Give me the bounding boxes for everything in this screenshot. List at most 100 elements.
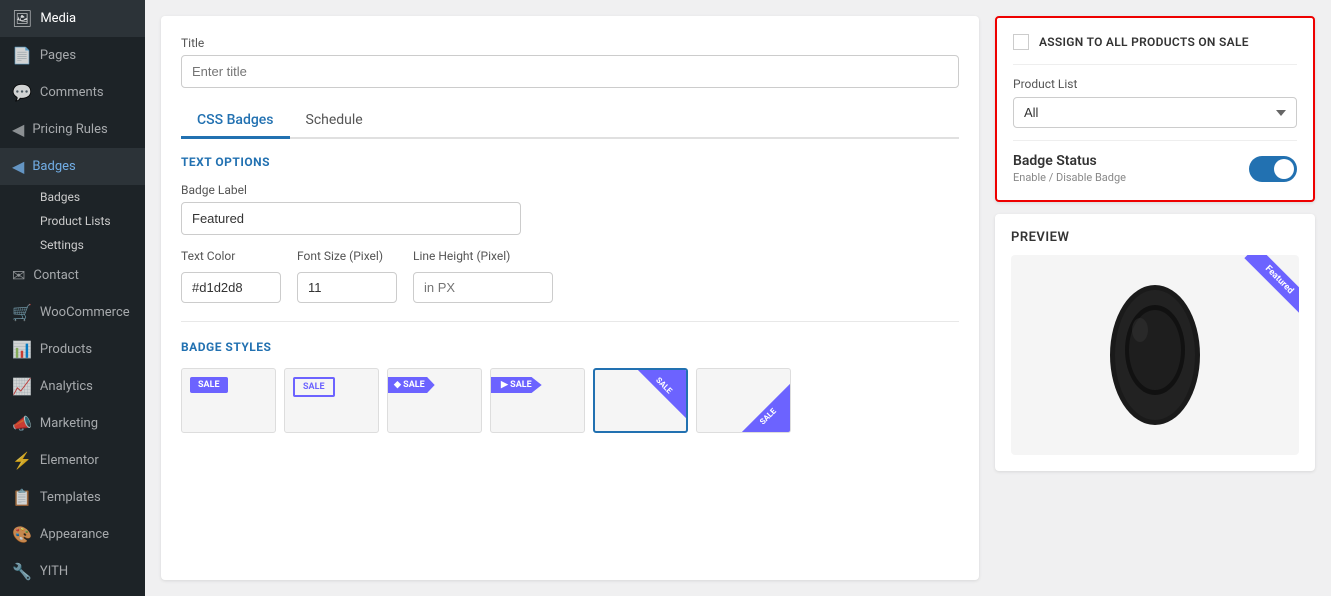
elementor-icon: ⚡ <box>12 451 32 470</box>
sidebar-item-marketing[interactable]: 📣 Marketing <box>0 405 145 442</box>
assign-card: ASSIGN TO ALL PRODUCTS ON SALE Product L… <box>995 16 1315 202</box>
products-icon: 📊 <box>12 340 32 359</box>
appearance-icon: 🎨 <box>12 525 32 544</box>
card-divider-1 <box>1013 64 1297 65</box>
sidebar-item-comments[interactable]: 💬 Comments <box>0 74 145 111</box>
title-section: Title <box>181 36 959 88</box>
sidebar-item-elementor[interactable]: ⚡ Elementor <box>0 442 145 479</box>
badge-chip-3: ◆ SALE <box>387 377 435 393</box>
sidebar-item-appearance[interactable]: 🎨 Appearance <box>0 516 145 553</box>
badge-style-2[interactable]: SALE <box>284 368 379 433</box>
sidebar-item-woocommerce[interactable]: 🛒 WooCommerce <box>0 294 145 331</box>
badge-status-toggle[interactable] <box>1249 156 1297 182</box>
toggle-slider <box>1249 156 1297 182</box>
color-row: Text Color Font Size (Pixel) Line Height… <box>181 249 959 303</box>
assign-row: ASSIGN TO ALL PRODUCTS ON SALE <box>1013 34 1297 50</box>
badge-status-title: Badge Status <box>1013 153 1126 169</box>
arrow-left-icon: ◀ <box>12 120 24 139</box>
preview-card: PREVIEW Feature <box>995 214 1315 471</box>
sidebar-item-pages[interactable]: 📄 Pages <box>0 37 145 74</box>
tab-css-badges[interactable]: CSS Badges <box>181 104 290 139</box>
badge-chip-2: SALE <box>293 377 335 397</box>
line-height-input[interactable] <box>413 272 553 303</box>
sidebar-item-label: Products <box>40 342 92 357</box>
font-size-field: Font Size (Pixel) <box>297 249 397 303</box>
analytics-icon: 📈 <box>12 377 32 396</box>
sidebar-item-label: Pricing Rules <box>32 122 107 137</box>
line-height-label: Line Height (Pixel) <box>413 249 553 263</box>
sidebar-item-templates[interactable]: 📋 Templates <box>0 479 145 516</box>
assign-checkbox[interactable] <box>1013 34 1029 50</box>
text-options-title: TEXT OPTIONS <box>181 155 959 169</box>
product-list-select[interactable]: All <box>1013 97 1297 128</box>
sidebar-item-yith[interactable]: 🔧 YITH <box>0 553 145 590</box>
badge-style-1[interactable]: SALE <box>181 368 276 433</box>
sidebar-item-label: Appearance <box>40 527 109 542</box>
sidebar-item-label: Marketing <box>40 416 98 431</box>
badge-chip-4: ▶ SALE <box>491 377 542 393</box>
sidebar-sub-item-badges[interactable]: Badges <box>28 185 145 209</box>
right-panel: ASSIGN TO ALL PRODUCTS ON SALE Product L… <box>995 16 1315 580</box>
sidebar-item-label: Contact <box>33 268 78 283</box>
sidebar-item-pricing-rules[interactable]: ◀ Pricing Rules <box>0 111 145 148</box>
sidebar-item-media[interactable]: 🖼 Media <box>0 0 145 37</box>
font-size-input[interactable] <box>297 272 397 303</box>
text-color-label: Text Color <box>181 249 281 263</box>
preview-product: Featured <box>1011 255 1299 455</box>
sidebar-item-badges[interactable]: ◀ Badges <box>0 148 145 185</box>
media-icon: 🖼 <box>12 9 32 28</box>
badge-styles-title: BADGE STYLES <box>181 340 959 354</box>
pages-icon: 📄 <box>12 46 32 65</box>
contact-icon: ✉ <box>12 266 25 285</box>
sidebar-item-label: Pages <box>40 48 76 63</box>
sidebar-item-analytics[interactable]: 📈 Analytics <box>0 368 145 405</box>
center-panel: Title CSS Badges Schedule TEXT OPTIONS B… <box>161 16 979 580</box>
marketing-icon: 📣 <box>12 414 32 433</box>
line-height-field: Line Height (Pixel) <box>413 249 553 303</box>
woocommerce-icon: 🛒 <box>12 303 32 322</box>
sidebar-sub-item-settings[interactable]: Settings <box>28 233 145 257</box>
badge-style-4[interactable]: ▶ SALE <box>490 368 585 433</box>
sidebar-badges-submenu: Badges Product Lists Settings <box>0 185 145 257</box>
badge-label-field-group: Badge Label <box>181 183 959 235</box>
badge-style-6[interactable]: SALE <box>696 368 791 433</box>
assign-label: ASSIGN TO ALL PRODUCTS ON SALE <box>1039 35 1249 49</box>
text-color-input[interactable] <box>181 272 281 303</box>
sidebar-item-plugins[interactable]: 🔌 Plugins <box>0 590 145 596</box>
sidebar-item-label: Badges <box>32 159 75 174</box>
sidebar-item-label: Analytics <box>40 379 93 394</box>
card-divider-2 <box>1013 140 1297 141</box>
badge-status-sub: Enable / Disable Badge <box>1013 171 1126 184</box>
sidebar-item-products[interactable]: 📊 Products <box>0 331 145 368</box>
badge-style-3[interactable]: ◆ SALE <box>387 368 482 433</box>
text-color-field: Text Color <box>181 249 281 303</box>
yith-icon: 🔧 <box>12 562 32 581</box>
preview-badge-text: Featured <box>1244 255 1299 315</box>
sidebar-item-label: Elementor <box>40 453 99 468</box>
main-content: Title CSS Badges Schedule TEXT OPTIONS B… <box>145 0 1331 596</box>
title-label: Title <box>181 36 959 50</box>
product-speaker-svg <box>1100 275 1210 435</box>
templates-icon: 📋 <box>12 488 32 507</box>
sidebar-item-label: Templates <box>40 490 101 505</box>
badges-arrow-icon: ◀ <box>12 157 24 176</box>
section-divider <box>181 321 959 322</box>
badge-label-input[interactable] <box>181 202 521 235</box>
sidebar-item-label: Media <box>40 11 76 26</box>
badge-style-5[interactable]: SALE <box>593 368 688 433</box>
badge-chip-1: SALE <box>190 377 228 393</box>
tabs-bar: CSS Badges Schedule <box>181 104 959 139</box>
title-input[interactable] <box>181 55 959 88</box>
tab-schedule[interactable]: Schedule <box>290 104 379 139</box>
sidebar-item-contact[interactable]: ✉ Contact <box>0 257 145 294</box>
preview-label: PREVIEW <box>1011 230 1299 245</box>
sidebar: 🖼 Media 📄 Pages 💬 Comments ◀ Pricing Rul… <box>0 0 145 596</box>
badge-status-info: Badge Status Enable / Disable Badge <box>1013 153 1126 184</box>
badge-samples: SALE SALE ◆ SALE ▶ SALE SALE SALE <box>181 368 959 433</box>
sidebar-sub-item-product-lists[interactable]: Product Lists <box>28 209 145 233</box>
badge-label-label: Badge Label <box>181 183 959 197</box>
font-size-label: Font Size (Pixel) <box>297 249 397 263</box>
sidebar-item-label: WooCommerce <box>40 305 130 320</box>
badge-status-row: Badge Status Enable / Disable Badge <box>1013 153 1297 184</box>
product-list-label: Product List <box>1013 77 1297 91</box>
